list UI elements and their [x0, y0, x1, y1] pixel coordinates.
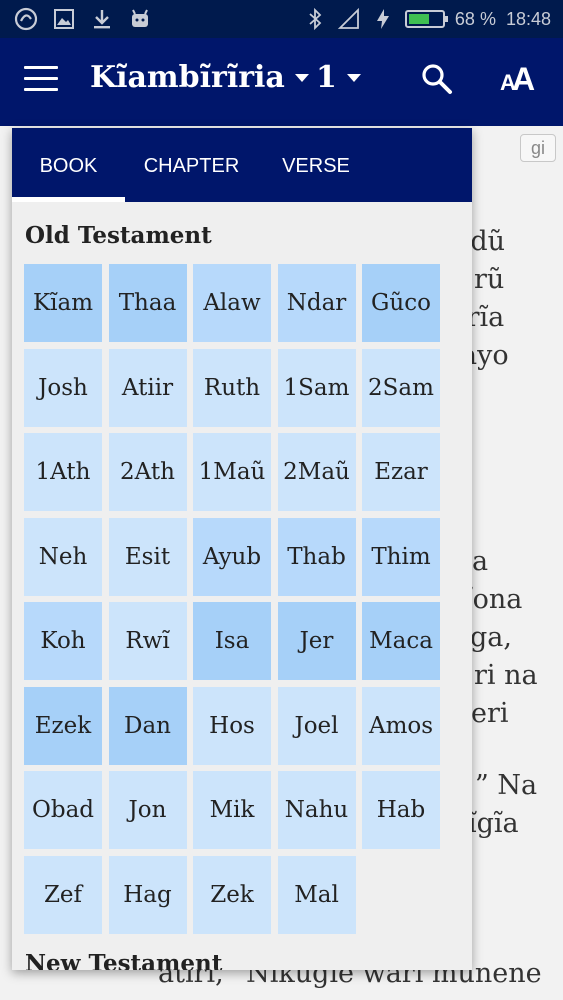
tab-verse[interactable]: VERSE: [258, 128, 374, 202]
text-size-icon[interactable]: AA: [498, 60, 542, 100]
book-cell[interactable]: Maca: [362, 602, 440, 680]
book-cell[interactable]: 1Sam: [277, 348, 356, 427]
book-cell[interactable]: Alaw: [193, 264, 271, 342]
tab-book[interactable]: BOOK: [12, 128, 125, 202]
book-cell[interactable]: Thaa: [108, 264, 187, 342]
book-name: Kĩambĩrĩria: [90, 60, 285, 95]
signal-icon: [337, 7, 359, 29]
menu-icon[interactable]: [24, 66, 58, 96]
bluetooth-icon: [309, 7, 322, 31]
language-badge[interactable]: gi: [520, 134, 556, 162]
status-bar: 68 % 18:48: [0, 0, 563, 38]
text-line: ri na: [474, 660, 538, 691]
book-cell[interactable]: Ezar: [362, 433, 440, 511]
chapter-dropdown-icon: [346, 73, 361, 82]
app-notification-icon: [14, 7, 38, 31]
book-cell[interactable]: Mik: [193, 771, 271, 849]
book-cell[interactable]: Ayub: [193, 517, 271, 596]
book-cell[interactable]: Obad: [24, 771, 102, 849]
tab-chapter[interactable]: CHAPTER: [125, 128, 258, 202]
book-cell[interactable]: Ezek: [24, 686, 102, 765]
book-dropdown-icon: [294, 73, 309, 82]
book-grid: Kĩam Thaa Alaw Ndar Gũco Josh Atiir Ruth 1Sam 2Sa…: [24, 264, 444, 934]
battery-icon: [404, 10, 448, 28]
new-testament-title: New Testament: [25, 950, 223, 970]
text-line: eri: [471, 698, 509, 729]
chapter-number: 1: [316, 60, 337, 95]
book-picker-panel: BOOK CHAPTER VERSE Old Testament Kĩam Tha…: [12, 128, 472, 970]
charging-icon: [376, 9, 389, 29]
book-cell[interactable]: Hos: [193, 686, 271, 765]
text-line: ĩona: [464, 584, 523, 615]
picker-tabs: BOOK CHAPTER VERSE: [12, 128, 472, 202]
book-cell[interactable]: 2Ath: [108, 433, 187, 511]
text-line: ” Na: [475, 770, 538, 801]
book-cell[interactable]: Amos: [362, 686, 440, 765]
download-icon: [94, 10, 110, 29]
old-testament-title: Old Testament: [25, 222, 212, 249]
book-cell[interactable]: Nahu: [277, 771, 356, 849]
chapter-selector[interactable]: 1: [316, 60, 361, 95]
book-cell[interactable]: Zef: [24, 855, 102, 934]
text-line: rũ: [474, 264, 505, 295]
book-cell[interactable]: 1Ath: [24, 433, 102, 511]
book-cell[interactable]: Thim: [362, 517, 440, 596]
book-cell[interactable]: Hab: [362, 771, 440, 849]
book-cell[interactable]: Joel: [277, 686, 356, 765]
book-cell[interactable]: Gũco: [362, 264, 440, 342]
search-icon[interactable]: [420, 62, 454, 96]
book-cell[interactable]: Mal: [277, 855, 356, 934]
book-cell[interactable]: Dan: [108, 686, 187, 765]
book-cell[interactable]: Thab: [277, 517, 356, 596]
text-line: ga,: [470, 622, 512, 653]
battery-percent: 68 %: [454, 8, 496, 29]
app-bar: Kĩambĩrĩria 1 AA: [0, 38, 563, 126]
android-icon: [132, 9, 148, 27]
book-cell[interactable]: 1Maũ: [193, 433, 271, 511]
book-cell[interactable]: Ruth: [193, 348, 271, 427]
book-cell[interactable]: Ndar: [277, 264, 356, 342]
book-cell[interactable]: Jon: [108, 771, 187, 849]
book-cell[interactable]: 2Maũ: [277, 433, 356, 511]
book-selector[interactable]: Kĩambĩrĩria: [90, 60, 309, 95]
book-cell[interactable]: Neh: [24, 517, 102, 596]
book-cell[interactable]: Jer: [277, 602, 356, 680]
clock: 18:48: [505, 8, 551, 29]
book-cell[interactable]: Atiir: [108, 348, 187, 427]
book-cell[interactable]: Zek: [193, 855, 271, 934]
book-cell[interactable]: Josh: [24, 348, 102, 427]
text-line: a: [472, 546, 489, 577]
book-cell[interactable]: Hag: [108, 855, 187, 934]
text-line: ĩgĩa: [468, 808, 519, 839]
book-cell[interactable]: Koh: [24, 602, 102, 680]
image-icon: [54, 9, 74, 29]
book-cell[interactable]: Kĩam: [24, 264, 102, 342]
active-tab-indicator: [12, 197, 125, 202]
book-cell[interactable]: Isa: [193, 602, 271, 680]
book-cell[interactable]: 2Sam: [362, 348, 440, 427]
book-cell[interactable]: Rwĩ: [108, 602, 187, 680]
book-cell[interactable]: Esit: [108, 517, 187, 596]
